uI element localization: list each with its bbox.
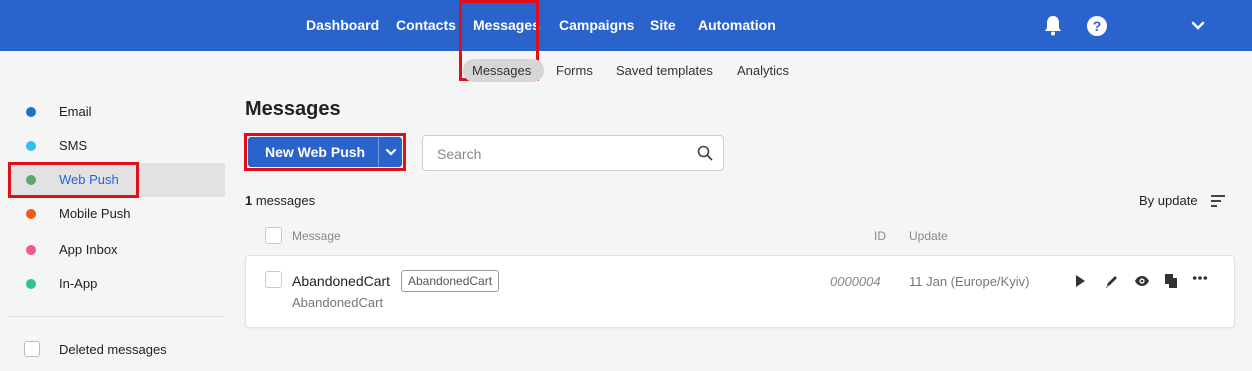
- nav-item-contacts[interactable]: Contacts: [396, 17, 456, 33]
- subnav-item-forms[interactable]: Forms: [556, 63, 593, 78]
- select-all-checkbox[interactable]: [265, 227, 282, 244]
- mobile-push-dot-icon: [26, 209, 36, 219]
- column-header-update: Update: [909, 229, 948, 243]
- sidebar-item-label: Mobile Push: [59, 206, 131, 221]
- sort-label[interactable]: By update: [1139, 193, 1198, 208]
- search-icon[interactable]: [697, 145, 713, 161]
- sidebar-item-label: Email: [59, 104, 92, 119]
- column-header-id: ID: [874, 229, 886, 243]
- edit-icon[interactable]: [1104, 273, 1120, 289]
- subnav-item-messages[interactable]: Messages: [472, 63, 531, 78]
- sms-dot-icon: [26, 141, 36, 151]
- app-inbox-dot-icon: [26, 245, 36, 255]
- messages-count: 1 messages: [245, 193, 315, 208]
- nav-item-site[interactable]: Site: [650, 17, 676, 33]
- copy-icon[interactable]: [1163, 273, 1179, 289]
- play-icon[interactable]: [1072, 273, 1088, 289]
- deleted-messages-checkbox[interactable]: [24, 341, 40, 357]
- nav-item-automation[interactable]: Automation: [698, 17, 776, 33]
- search-input[interactable]: [437, 144, 687, 164]
- top-navigation-bar: Dashboard Contacts Messages Campaigns Si…: [0, 0, 1252, 51]
- message-name[interactable]: AbandonedCart: [292, 273, 390, 289]
- subnav-item-analytics[interactable]: Analytics: [737, 63, 789, 78]
- new-button-highlight-box: [244, 133, 406, 171]
- messages-count-suffix: messages: [252, 193, 316, 208]
- sidebar-item-label: In-App: [59, 276, 98, 291]
- page-title: Messages: [245, 98, 341, 120]
- chevron-down-icon[interactable]: [1190, 18, 1206, 34]
- more-icon[interactable]: [1192, 270, 1208, 286]
- row-checkbox[interactable]: [265, 271, 282, 288]
- message-tag: AbandonedCart: [401, 270, 500, 292]
- message-id: 0000004: [830, 274, 881, 289]
- table-row[interactable]: [245, 255, 1235, 328]
- help-icon[interactable]: ?: [1087, 16, 1107, 36]
- column-header-message: Message: [292, 229, 341, 243]
- subnav-item-saved-templates[interactable]: Saved templates: [616, 63, 713, 78]
- sidebar-item-label: SMS: [59, 138, 88, 153]
- nav-item-campaigns[interactable]: Campaigns: [559, 17, 634, 33]
- view-icon[interactable]: [1134, 273, 1150, 289]
- message-subtitle: AbandonedCart: [292, 295, 384, 310]
- sidebar-divider: [8, 316, 225, 317]
- email-dot-icon: [26, 107, 36, 117]
- nav-item-dashboard[interactable]: Dashboard: [306, 17, 379, 33]
- bell-icon[interactable]: [1043, 14, 1063, 36]
- in-app-dot-icon: [26, 279, 36, 289]
- web-push-highlight-box: [8, 162, 139, 198]
- message-update-time: 11 Jan (Europe/Kyiv): [909, 274, 1030, 289]
- sort-icon[interactable]: [1211, 195, 1225, 207]
- sidebar-item-label: App Inbox: [59, 242, 118, 257]
- deleted-messages-label[interactable]: Deleted messages: [59, 342, 167, 357]
- search-box: [422, 135, 724, 171]
